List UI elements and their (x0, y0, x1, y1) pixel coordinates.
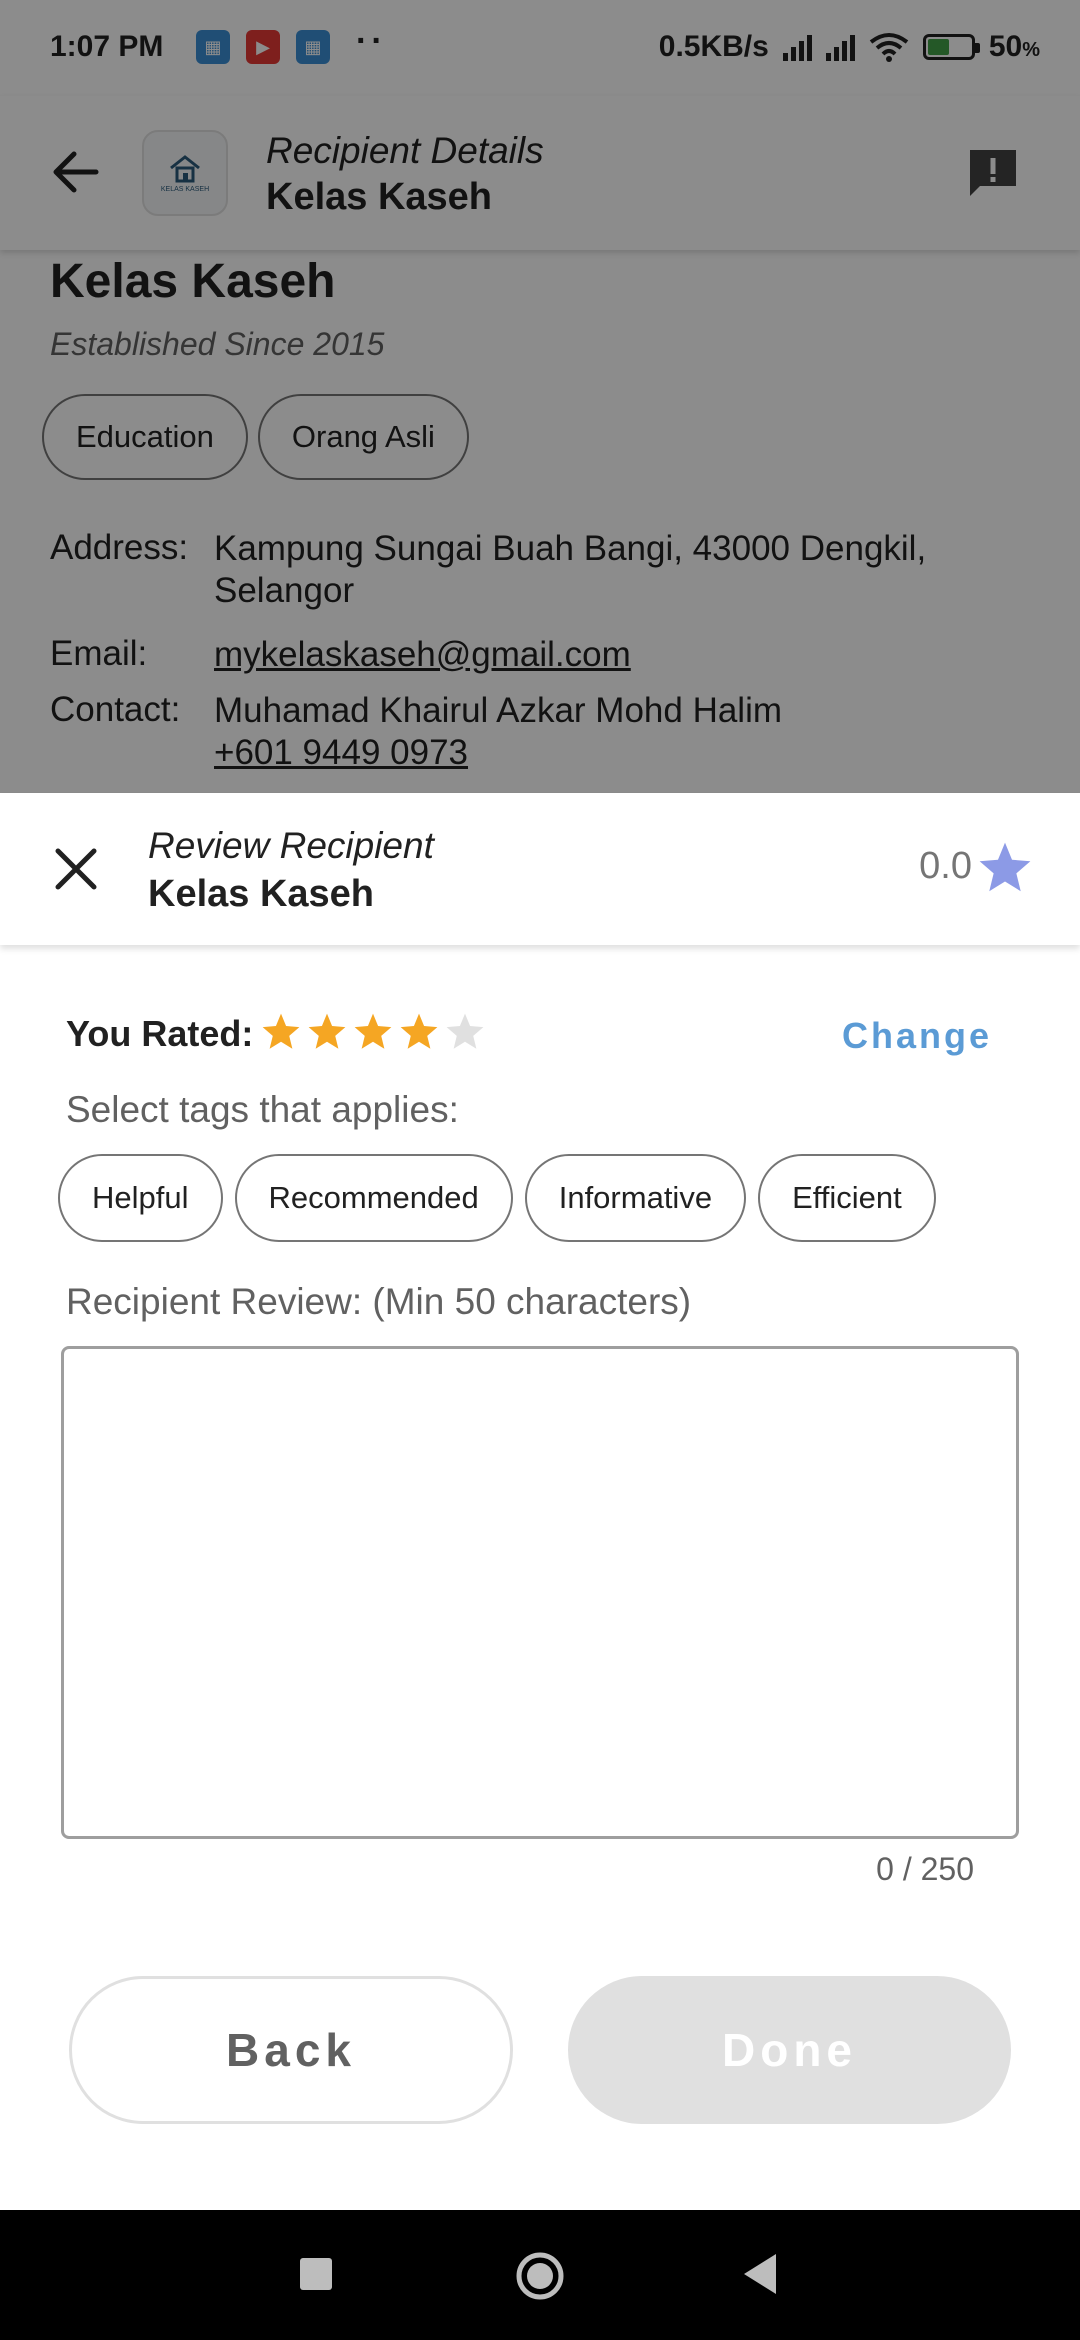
close-icon[interactable] (50, 843, 102, 895)
nav-back-icon[interactable] (740, 2250, 780, 2298)
tag-chip-recommended[interactable]: Recommended (234, 1154, 513, 1242)
you-rated-label: You Rated: (66, 1013, 254, 1054)
tags-prompt: Select tags that applies: (66, 1089, 459, 1130)
tag-options: Helpful Recommended Informative Efficien… (58, 1154, 936, 1242)
done-button[interactable]: Done (568, 1976, 1011, 2124)
tag-chip-helpful[interactable]: Helpful (58, 1154, 223, 1242)
recipient-details-page: 1:07 PM ▦ ▶ ▦ ·· 0.5KB/s 50% KELAS KASEH… (0, 0, 1080, 793)
recents-icon[interactable] (300, 2258, 332, 2290)
star-filled-icon[interactable] (306, 1011, 348, 1053)
current-rating: 0.0 (919, 845, 972, 887)
sheet-header: Review Recipient Kelas Kaseh 0.0 (0, 793, 1080, 945)
character-counter: 0 / 250 (876, 1851, 974, 1887)
star-filled-icon[interactable] (260, 1011, 302, 1053)
sheet-title: Kelas Kaseh (148, 873, 375, 915)
tag-chip-informative[interactable]: Informative (524, 1154, 747, 1242)
rating-star-icon (979, 842, 1031, 892)
home-icon[interactable] (514, 2250, 566, 2302)
system-nav-bar (0, 2210, 1080, 2340)
change-rating-button[interactable]: Change (842, 1015, 992, 1057)
star-filled-icon[interactable] (398, 1011, 440, 1053)
review-field-label: Recipient Review: (Min 50 characters) (66, 1281, 692, 1322)
sheet-subtitle: Review Recipient (148, 825, 434, 866)
tag-chip-efficient[interactable]: Efficient (758, 1154, 936, 1242)
review-textarea[interactable] (61, 1346, 1019, 1839)
star-filled-icon[interactable] (352, 1011, 394, 1053)
modal-scrim[interactable] (0, 0, 1080, 793)
star-empty-icon[interactable] (444, 1011, 486, 1053)
user-rating-stars (260, 1011, 486, 1053)
review-sheet: Review Recipient Kelas Kaseh 0.0 You Rat… (0, 793, 1080, 2210)
back-button[interactable]: Back (69, 1976, 513, 2124)
